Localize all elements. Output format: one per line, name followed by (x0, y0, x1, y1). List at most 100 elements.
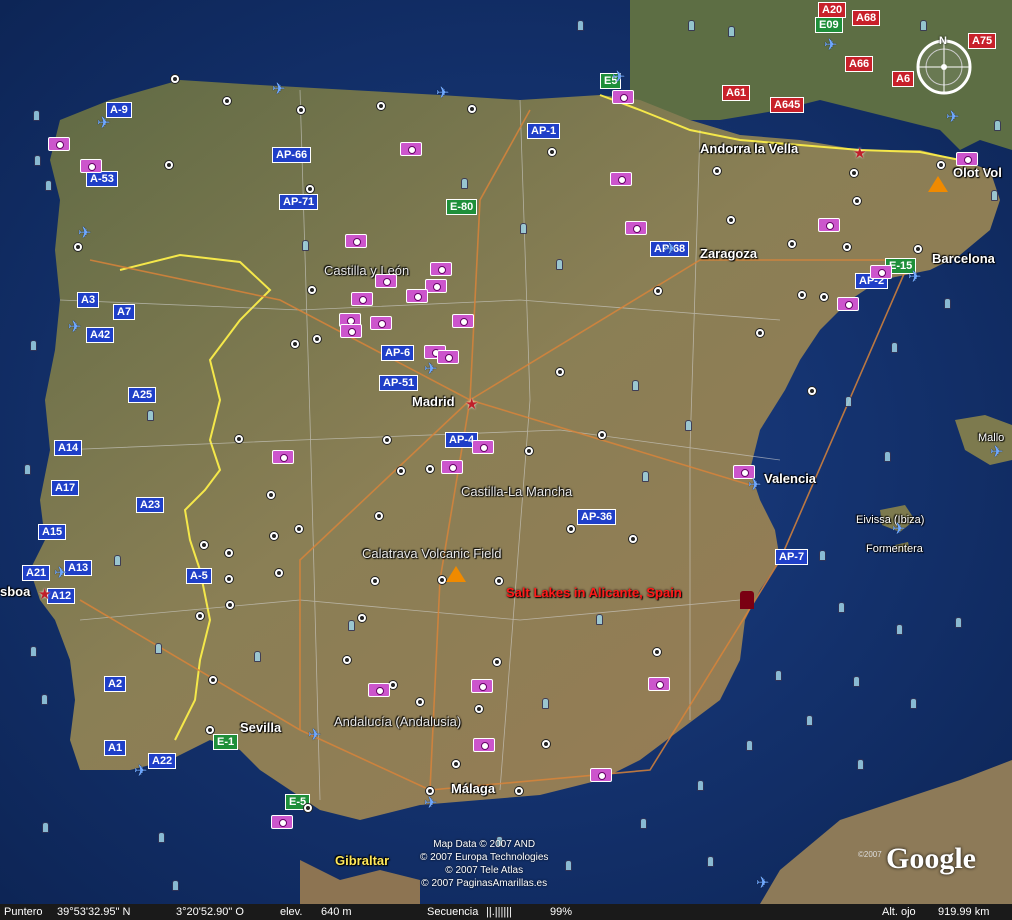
photo-marker[interactable] (340, 324, 362, 338)
info-dot-icon[interactable] (775, 670, 782, 681)
poi-circle[interactable] (224, 548, 234, 558)
poi-circle[interactable] (787, 239, 797, 249)
info-dot-icon[interactable] (955, 617, 962, 628)
info-dot-icon[interactable] (158, 832, 165, 843)
poi-circle[interactable] (342, 655, 352, 665)
poi-circle[interactable] (274, 568, 284, 578)
info-dot-icon[interactable] (746, 740, 753, 751)
poi-circle[interactable] (913, 244, 923, 254)
info-dot-icon[interactable] (994, 120, 1001, 131)
place-label-gibraltar[interactable]: Gibraltar (335, 853, 389, 868)
info-dot-icon[interactable] (34, 155, 41, 166)
info-dot-icon[interactable] (577, 20, 584, 31)
airport-icon[interactable]: ✈ (436, 86, 449, 102)
info-dot-icon[interactable] (806, 715, 813, 726)
photo-marker[interactable] (271, 815, 293, 829)
poi-circle[interactable] (494, 576, 504, 586)
airport-icon[interactable]: ✈ (78, 226, 91, 242)
poi-circle[interactable] (357, 613, 367, 623)
photo-marker[interactable] (956, 152, 978, 166)
poi-circle[interactable] (296, 105, 306, 115)
place-label-andorra[interactable]: Andorra la Vella (700, 141, 798, 156)
info-dot-icon[interactable] (891, 342, 898, 353)
info-dot-icon[interactable] (697, 780, 704, 791)
poi-circle[interactable] (266, 490, 276, 500)
place-label-mallorca[interactable]: Mallo (978, 432, 1004, 444)
poi-circle[interactable] (849, 168, 859, 178)
poi-circle[interactable] (819, 292, 829, 302)
poi-circle[interactable] (451, 759, 461, 769)
poi-circle[interactable] (474, 704, 484, 714)
photo-marker[interactable] (471, 679, 493, 693)
poi-circle[interactable] (842, 242, 852, 252)
poi-circle[interactable] (396, 466, 406, 476)
info-dot-icon[interactable] (155, 643, 162, 654)
photo-marker[interactable] (870, 265, 892, 279)
info-dot-icon[interactable] (147, 410, 154, 421)
compass-control[interactable]: N (914, 35, 974, 97)
poi-circle[interactable] (555, 367, 565, 377)
poi-circle[interactable] (492, 657, 502, 667)
poi-circle[interactable] (294, 524, 304, 534)
photo-marker[interactable] (351, 292, 373, 306)
photo-marker[interactable] (345, 234, 367, 248)
poi-circle[interactable] (467, 104, 477, 114)
photo-marker[interactable] (406, 289, 428, 303)
poi-circle[interactable] (852, 196, 862, 206)
poi-circle[interactable] (936, 160, 946, 170)
photo-marker[interactable] (648, 677, 670, 691)
capital-star-icon[interactable]: ★ (38, 587, 51, 602)
poi-circle[interactable] (205, 725, 215, 735)
place-label-zaragoza[interactable]: Zaragoza (700, 246, 757, 261)
info-dot-icon[interactable] (24, 464, 31, 475)
photo-marker[interactable] (430, 262, 452, 276)
photo-marker[interactable] (625, 221, 647, 235)
photo-marker[interactable] (473, 738, 495, 752)
airport-icon[interactable]: ✈ (748, 478, 761, 494)
poi-circle[interactable] (712, 166, 722, 176)
info-dot-icon[interactable] (461, 178, 468, 189)
airport-icon[interactable]: ✈ (424, 362, 437, 378)
map-view[interactable]: Andorra la Vella Olot Vol Zaragoza Barce… (0, 0, 1012, 904)
poi-circle[interactable] (224, 574, 234, 584)
poi-circle[interactable] (514, 786, 524, 796)
poi-circle[interactable] (541, 739, 551, 749)
info-dot-icon[interactable] (857, 759, 864, 770)
airport-icon[interactable]: ✈ (824, 38, 837, 54)
poi-circle[interactable] (199, 540, 209, 550)
info-dot-icon[interactable] (302, 240, 309, 251)
poi-circle[interactable] (652, 647, 662, 657)
photo-marker[interactable] (400, 142, 422, 156)
photo-marker[interactable] (272, 450, 294, 464)
airport-icon[interactable]: ✈ (946, 110, 959, 126)
photo-marker[interactable] (375, 274, 397, 288)
info-dot-icon[interactable] (944, 298, 951, 309)
info-dot-icon[interactable] (896, 624, 903, 635)
poi-circle[interactable] (164, 160, 174, 170)
poi-circle[interactable] (290, 339, 300, 349)
info-dot-icon[interactable] (642, 471, 649, 482)
place-label-malaga[interactable]: Málaga (451, 781, 495, 796)
airport-icon[interactable]: ✈ (612, 70, 625, 86)
poi-circle[interactable] (547, 147, 557, 157)
info-dot-icon[interactable] (42, 822, 49, 833)
photo-marker[interactable] (370, 316, 392, 330)
photo-marker[interactable] (48, 137, 70, 151)
info-dot-icon[interactable] (838, 602, 845, 613)
poi-circle[interactable] (628, 534, 638, 544)
info-dot-icon[interactable] (520, 223, 527, 234)
photo-marker[interactable] (437, 350, 459, 364)
poi-circle[interactable] (303, 803, 313, 813)
airport-icon[interactable]: ✈ (990, 445, 1003, 461)
info-dot-icon[interactable] (348, 620, 355, 631)
poi-circle[interactable] (566, 524, 576, 534)
place-label-madrid[interactable]: Madrid (412, 394, 455, 409)
info-dot-icon[interactable] (30, 646, 37, 657)
capital-star-icon[interactable]: ★ (465, 397, 478, 412)
poi-circle[interactable] (312, 334, 322, 344)
place-label-barcelona[interactable]: Barcelona (932, 251, 995, 266)
airport-icon[interactable]: ✈ (424, 796, 437, 812)
info-dot-icon[interactable] (632, 380, 639, 391)
poi-circle[interactable] (726, 215, 736, 225)
photo-marker[interactable] (837, 297, 859, 311)
